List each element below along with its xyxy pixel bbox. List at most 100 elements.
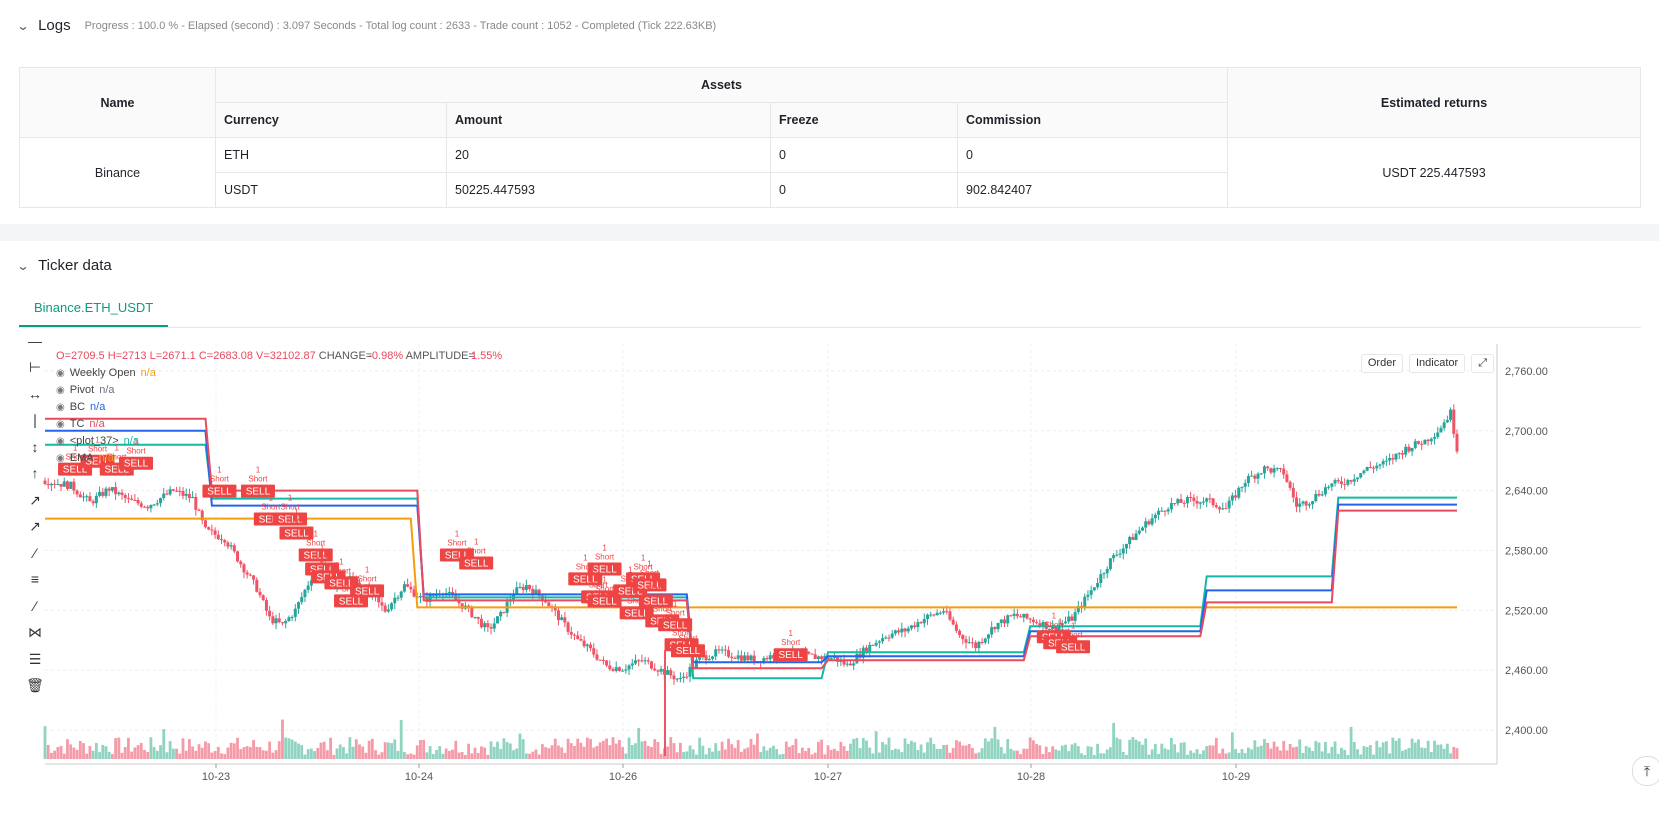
- fullscreen-icon[interactable]: ⤢: [1471, 354, 1494, 373]
- candle-body: [884, 637, 888, 639]
- volume-bar: [849, 743, 852, 759]
- legend-ema[interactable]: ◉ EMA n/a: [56, 452, 114, 464]
- volume-bar: [1118, 739, 1122, 759]
- commission-header: Commission: [957, 102, 1228, 138]
- candle-body: [1356, 477, 1360, 480]
- trash-icon[interactable]: 🗑: [25, 675, 45, 695]
- eye-icon[interactable]: ◉: [56, 453, 65, 464]
- candle-body: [592, 648, 596, 655]
- volume-bar: [377, 754, 381, 759]
- volume-bar: [207, 743, 211, 759]
- candle-body: [694, 659, 698, 668]
- legend-pivot[interactable]: ◉ Pivot n/a: [56, 384, 115, 396]
- chart-area[interactable]: 2,760.00 2,700.00 2,640.00 2,580.00 2,520.00…: [19, 333, 1659, 832]
- candle-body: [1227, 500, 1231, 509]
- sell-label-text: SELL: [246, 487, 271, 498]
- segment-tool-icon[interactable]: ∕: [25, 543, 45, 563]
- volume-bar: [1445, 743, 1449, 759]
- fib-retracement-tool-icon[interactable]: ☰: [25, 649, 45, 669]
- legend-weekly-open[interactable]: ◉ Weekly Open n/a: [56, 367, 156, 379]
- volume-bar: [557, 745, 560, 759]
- volume-bar: [1423, 748, 1427, 759]
- horizontal-ray-tool-icon[interactable]: ⊢: [25, 357, 45, 377]
- volume-bar: [1420, 747, 1424, 759]
- volume-bar: [672, 743, 676, 759]
- pitchfork-tool-icon[interactable]: ⋈: [25, 622, 45, 642]
- candle-body: [1365, 467, 1369, 471]
- price-range-tool-icon[interactable]: ≡: [25, 569, 45, 589]
- eye-icon[interactable]: ◉: [56, 419, 65, 430]
- volume-bar: [1301, 753, 1305, 759]
- ray-tool-icon[interactable]: ↗: [25, 516, 45, 536]
- y-tick-label: 2,640.00: [1505, 486, 1548, 498]
- sell-label-text: SELL: [676, 646, 701, 657]
- volume-bar: [582, 746, 586, 759]
- volume-bar: [791, 745, 795, 759]
- legend-bc[interactable]: ◉ BC n/a: [56, 401, 105, 413]
- legend-plot-37[interactable]: ◉ <plot_37> n/a: [56, 435, 139, 447]
- volume-bar: [784, 741, 788, 759]
- volume-bar: [62, 753, 66, 759]
- volume-bar: [627, 737, 631, 759]
- volume-bar: [624, 753, 628, 759]
- volume-bar: [618, 740, 621, 759]
- tab-binance-eth-usdt[interactable]: Binance.ETH_USDT: [19, 291, 169, 327]
- volume-bar: [143, 749, 146, 759]
- candle-body: [1118, 553, 1122, 555]
- chevron-down-icon[interactable]: ⌄: [16, 19, 29, 33]
- currency-cell: USDT: [215, 172, 447, 208]
- candle-body: [101, 491, 105, 496]
- candle-body: [720, 649, 724, 651]
- horizontal-line-tool-icon[interactable]: —: [25, 331, 45, 351]
- vertical-line-tool-icon[interactable]: ∣: [25, 410, 45, 430]
- candle-body: [1384, 460, 1388, 462]
- candle-body: [1121, 548, 1125, 554]
- candle-body: [1147, 521, 1151, 525]
- scroll-to-top-icon[interactable]: ⤒: [1632, 756, 1659, 786]
- candle-body: [746, 655, 750, 661]
- candle-body: [515, 587, 519, 595]
- candle-body: [528, 585, 532, 589]
- legend-tc[interactable]: ◉ TC n/a: [56, 418, 105, 430]
- volume-bar: [1269, 748, 1273, 759]
- trend-line-tool-icon[interactable]: ↗: [25, 490, 45, 510]
- candle-body: [1019, 616, 1023, 618]
- ticker-header[interactable]: ⌄ Ticker data: [16, 257, 112, 274]
- volume-bar: [1349, 726, 1353, 759]
- candle-body: [929, 614, 933, 616]
- candle-body: [85, 496, 89, 498]
- volume-bar: [1442, 748, 1446, 759]
- candle-body: [1230, 495, 1234, 501]
- ticker-title: Ticker data: [38, 257, 112, 274]
- candle-body: [820, 656, 824, 660]
- volume-bar: [720, 741, 724, 759]
- volume-bar: [707, 747, 711, 759]
- candle-body: [874, 642, 878, 646]
- volume-bar: [399, 720, 403, 759]
- volume-bar: [467, 743, 470, 759]
- order-button[interactable]: Order: [1360, 354, 1403, 373]
- arrow-up-tool-icon[interactable]: ↑: [25, 463, 45, 483]
- candle-body: [502, 611, 506, 613]
- eye-icon[interactable]: ◉: [56, 402, 65, 413]
- indicator-button[interactable]: Indicator: [1408, 354, 1466, 373]
- signal-qty-label: 1: [349, 575, 354, 584]
- eye-icon[interactable]: ◉: [56, 385, 65, 396]
- volume-bar: [772, 745, 775, 759]
- logs-header[interactable]: ⌄ Logs Progress : 100.0 % - Elapsed (sec…: [16, 17, 716, 34]
- legend-value: n/a: [89, 418, 105, 430]
- eye-icon[interactable]: ◉: [56, 436, 65, 447]
- candle-body: [893, 630, 897, 634]
- volume-bar: [1346, 754, 1350, 759]
- volume-bar: [78, 740, 82, 759]
- cross-line-tool-icon[interactable]: ↕: [25, 437, 45, 457]
- candle-body: [293, 608, 297, 617]
- legend-label: TC: [69, 418, 85, 430]
- parallel-channel-tool-icon[interactable]: ∕: [25, 596, 45, 616]
- chevron-down-icon[interactable]: ⌄: [16, 259, 29, 273]
- eye-icon[interactable]: ◉: [56, 368, 65, 379]
- volume-bar: [884, 744, 888, 759]
- price-chart[interactable]: 2,760.00 2,700.00 2,640.00 2,580.00 2,520.00…: [19, 344, 1659, 832]
- volume-bar: [775, 749, 779, 759]
- extended-line-tool-icon[interactable]: ↔: [25, 384, 45, 404]
